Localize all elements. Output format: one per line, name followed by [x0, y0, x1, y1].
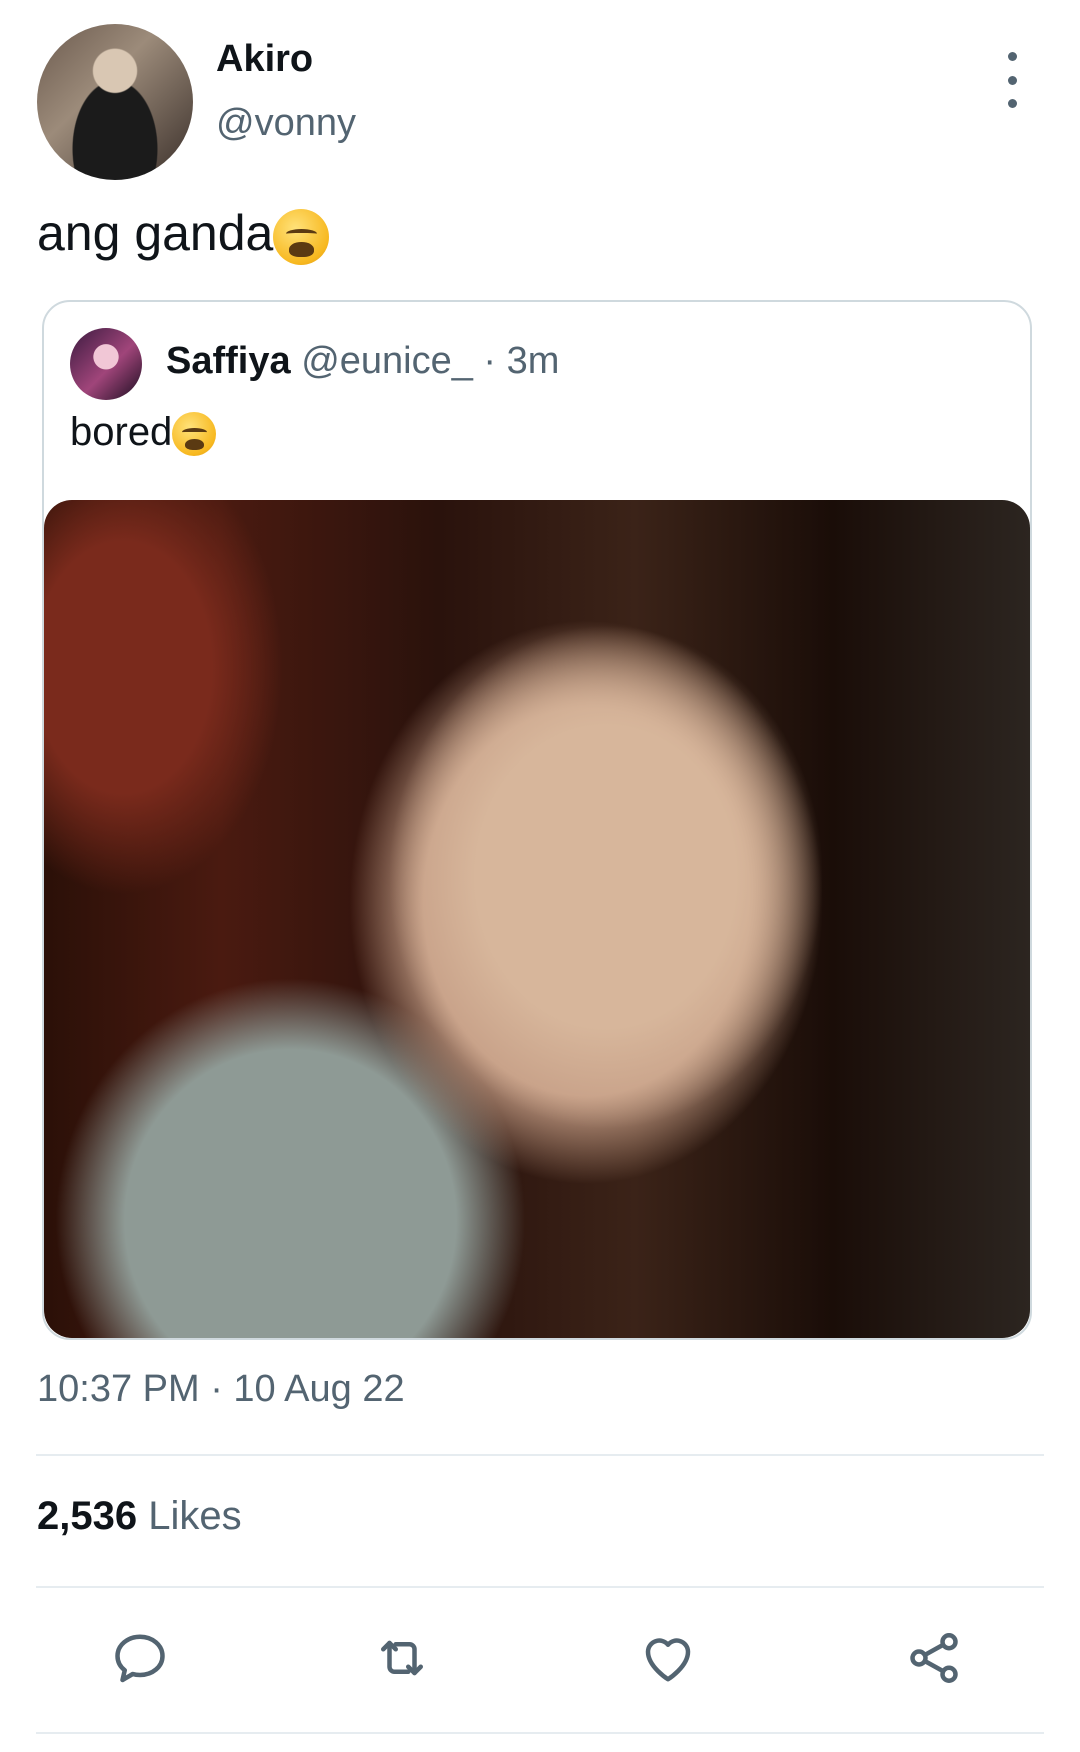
- retweet-icon[interactable]: [372, 1628, 432, 1688]
- weary-face-emoji-icon: [273, 208, 330, 265]
- tweet-text: ang ganda: [37, 204, 330, 265]
- quoted-author-avatar[interactable]: [70, 328, 142, 400]
- quoted-tweet-header: Saffiya @eunice_ · 3m: [166, 340, 559, 383]
- likes-label: Likes: [148, 1494, 242, 1538]
- quoted-tweet-photo[interactable]: [44, 500, 1030, 1338]
- quoted-tweet-text-content: bored: [70, 410, 173, 454]
- quoted-author-handle: @eunice_: [301, 340, 473, 382]
- divider: [36, 1454, 1044, 1456]
- likes-count: 2,536: [37, 1494, 138, 1538]
- share-icon[interactable]: [904, 1628, 964, 1688]
- weary-face-emoji-icon: [172, 412, 217, 457]
- author-handle[interactable]: @vonny: [216, 102, 356, 145]
- likes-row[interactable]: 2,536 Likes: [37, 1494, 242, 1539]
- author-name[interactable]: Akiro: [216, 38, 313, 81]
- divider: [36, 1586, 1044, 1588]
- divider: [36, 1732, 1044, 1734]
- quoted-tweet-text: bored: [70, 410, 217, 457]
- author-avatar[interactable]: [37, 24, 193, 180]
- tweet-text-content: ang ganda: [37, 205, 274, 261]
- like-icon[interactable]: [638, 1628, 698, 1688]
- quoted-tweet-time: 3m: [506, 340, 560, 382]
- quoted-time-separator: ·: [472, 340, 507, 382]
- more-options-icon[interactable]: [994, 52, 1030, 108]
- tweet-timestamp: 10:37 PM · 10 Aug 22: [37, 1368, 405, 1410]
- quoted-tweet-card[interactable]: Saffiya @eunice_ · 3m bored: [42, 300, 1032, 1340]
- quoted-author-name: Saffiya: [166, 340, 291, 382]
- reply-icon[interactable]: [110, 1628, 170, 1688]
